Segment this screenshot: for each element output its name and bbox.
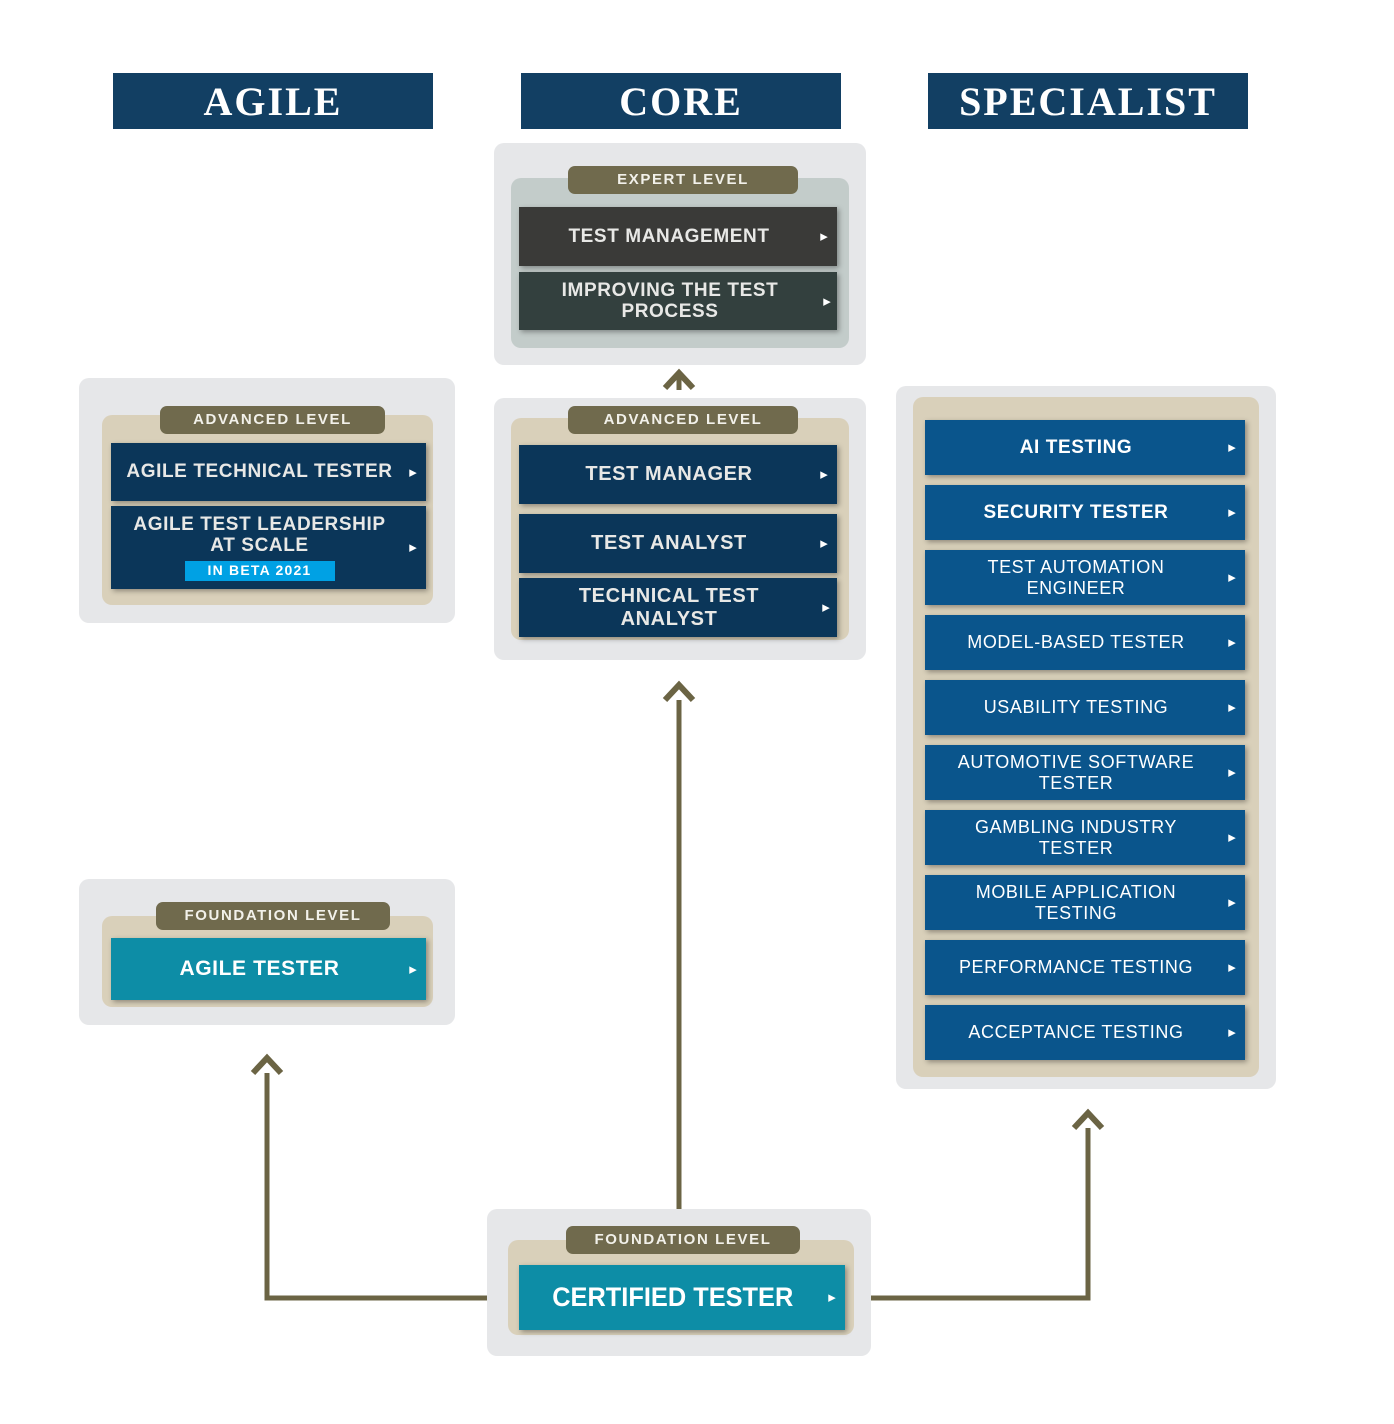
specialist-card-ai-testing[interactable]: AI TESTING ▸ <box>925 420 1245 475</box>
chevron-right-icon: ▸ <box>822 599 830 616</box>
chevron-right-icon: ▸ <box>1228 894 1236 911</box>
core-advanced-card-test-manager[interactable]: TEST MANAGER ▸ <box>519 445 837 504</box>
card-label: AGILE TEST LEADERSHIP AT SCALE IN BETA 2… <box>111 513 400 582</box>
chevron-right-icon: ▸ <box>1228 569 1236 586</box>
specialist-card-performance-testing[interactable]: PERFORMANCE TESTING ▸ <box>925 940 1245 995</box>
card-label: ACCEPTANCE TESTING <box>968 1022 1184 1043</box>
specialist-card-automotive-software-tester[interactable]: AUTOMOTIVE SOFTWARE TESTER ▸ <box>925 745 1245 800</box>
specialist-card-test-automation-engineer[interactable]: TEST AUTOMATION ENGINEER ▸ <box>925 550 1245 605</box>
chevron-right-icon: ▸ <box>1228 504 1236 521</box>
card-label-text: AGILE TEST LEADERSHIP AT SCALE <box>133 513 386 557</box>
card-label: GAMBLING INDUSTRY TESTER <box>975 817 1177 858</box>
chevron-right-icon: ▸ <box>828 1289 836 1306</box>
core-advanced-card-test-analyst[interactable]: TEST ANALYST ▸ <box>519 514 837 573</box>
specialist-card-usability-testing[interactable]: USABILITY TESTING ▸ <box>925 680 1245 735</box>
chevron-right-icon: ▸ <box>823 292 831 310</box>
column-header-core: CORE <box>521 73 841 129</box>
core-expert-card-test-management[interactable]: TEST MANAGEMENT ▸ <box>519 207 837 266</box>
card-label: CERTIFIED TESTER <box>552 1282 794 1313</box>
card-label: AI TESTING <box>1019 436 1133 458</box>
chevron-right-icon: ▸ <box>1228 699 1236 716</box>
card-label: MODEL-BASED TESTER <box>967 632 1185 653</box>
agile-foundation-level-label: FOUNDATION LEVEL <box>156 902 390 930</box>
chevron-right-icon: ▸ <box>820 466 828 483</box>
core-expert-card-improving-the-test-process[interactable]: IMPROVING THE TEST PROCESS ▸ <box>519 272 837 330</box>
card-label: USABILITY TESTING <box>983 697 1169 718</box>
specialist-card-security-tester[interactable]: SECURITY TESTER ▸ <box>925 485 1245 540</box>
chevron-right-icon: ▸ <box>1228 959 1236 976</box>
card-label: MOBILE APPLICATION TESTING <box>975 882 1177 923</box>
agile-advanced-card-agile-test-leadership-at-scale[interactable]: AGILE TEST LEADERSHIP AT SCALE IN BETA 2… <box>111 506 426 589</box>
chevron-right-icon: ▸ <box>820 535 828 552</box>
specialist-card-mobile-application-testing[interactable]: MOBILE APPLICATION TESTING ▸ <box>925 875 1245 930</box>
card-label: TEST MANAGEMENT <box>568 225 770 247</box>
chevron-right-icon: ▸ <box>1228 1024 1236 1041</box>
card-label: SECURITY TESTER <box>983 501 1169 523</box>
card-label: PERFORMANCE TESTING <box>958 957 1194 978</box>
certification-scheme-diagram: AGILE CORE SPECIALIST EXPERT LEVEL TEST … <box>0 0 1394 1424</box>
chevron-right-icon: ▸ <box>409 539 417 556</box>
column-header-specialist: SPECIALIST <box>928 73 1248 129</box>
card-label: TECHNICAL TEST ANALYST <box>578 585 760 630</box>
core-advanced-level-label: ADVANCED LEVEL <box>568 406 798 434</box>
chevron-right-icon: ▸ <box>820 228 828 245</box>
chevron-right-icon: ▸ <box>1228 764 1236 781</box>
specialist-card-gambling-industry-tester[interactable]: GAMBLING INDUSTRY TESTER ▸ <box>925 810 1245 865</box>
card-label: TEST MANAGER <box>585 463 753 486</box>
card-label: TEST ANALYST <box>591 532 747 555</box>
core-expert-level-label: EXPERT LEVEL <box>568 166 798 194</box>
core-foundation-level-label: FOUNDATION LEVEL <box>566 1226 800 1254</box>
card-label: TEST AUTOMATION ENGINEER <box>987 557 1165 598</box>
card-label: AGILE TESTER <box>179 957 340 981</box>
card-label: IMPROVING THE TEST PROCESS <box>561 279 779 322</box>
specialist-card-acceptance-testing[interactable]: ACCEPTANCE TESTING ▸ <box>925 1005 1245 1060</box>
core-advanced-card-technical-test-analyst[interactable]: TECHNICAL TEST ANALYST ▸ <box>519 578 837 637</box>
specialist-card-model-based-tester[interactable]: MODEL-BASED TESTER ▸ <box>925 615 1245 670</box>
chevron-right-icon: ▸ <box>1228 634 1236 651</box>
chevron-right-icon: ▸ <box>1228 829 1236 846</box>
card-label: AUTOMOTIVE SOFTWARE TESTER <box>957 752 1195 793</box>
column-header-agile: AGILE <box>113 73 433 129</box>
agile-advanced-level-label: ADVANCED LEVEL <box>160 406 385 434</box>
card-label: AGILE TECHNICAL TESTER <box>126 461 393 483</box>
chevron-right-icon: ▸ <box>1228 439 1236 456</box>
beta-badge: IN BETA 2021 <box>184 561 335 582</box>
agile-advanced-card-agile-technical-tester[interactable]: AGILE TECHNICAL TESTER ▸ <box>111 443 426 501</box>
core-foundation-card-certified-tester[interactable]: CERTIFIED TESTER ▸ <box>519 1265 845 1330</box>
chevron-right-icon: ▸ <box>409 463 417 481</box>
agile-foundation-card-agile-tester[interactable]: AGILE TESTER ▸ <box>111 938 426 1000</box>
chevron-right-icon: ▸ <box>409 960 417 978</box>
